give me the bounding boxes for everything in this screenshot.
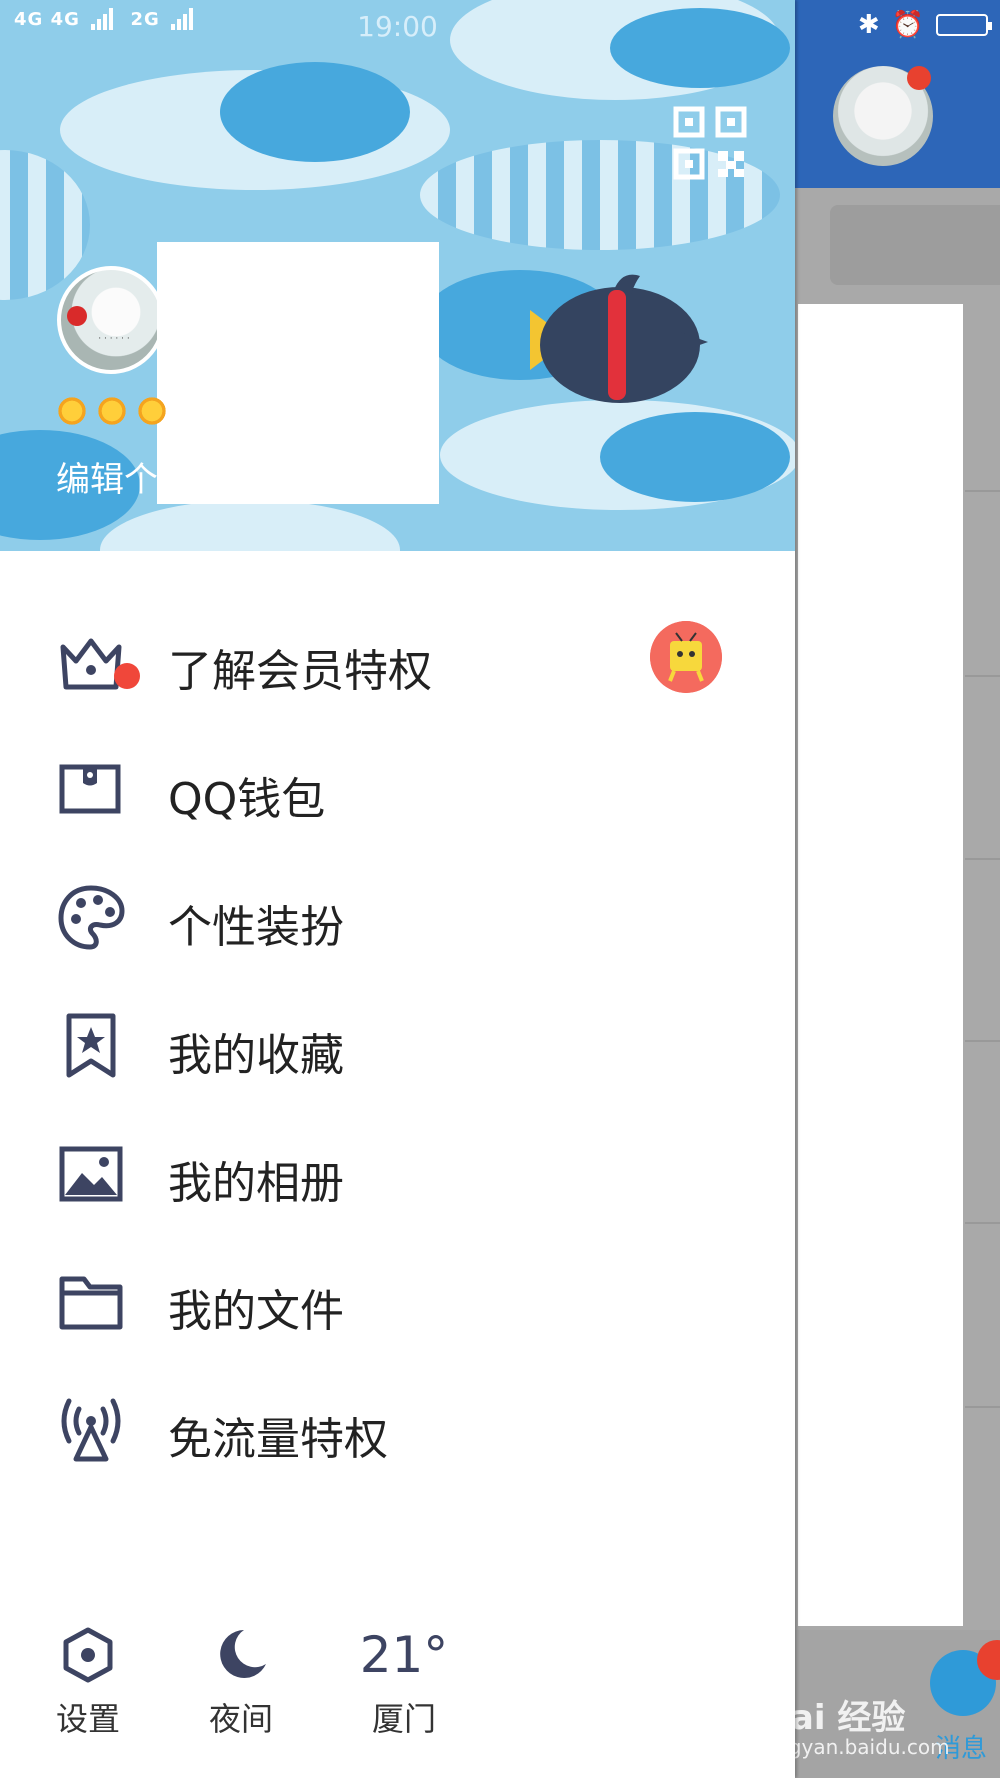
night-mode-button[interactable]: 夜间	[181, 1620, 301, 1740]
menu-item-label: QQ钱包	[168, 774, 326, 825]
menu-item-label: 我的文件	[168, 1286, 344, 1337]
weather-button[interactable]: 21° 厦门	[344, 1620, 464, 1740]
vip-mascot-icon[interactable]	[650, 621, 722, 693]
sun-icon	[136, 395, 168, 427]
side-drawer: 4G 4G 2G 19:00 · · · · · · 编辑个 了解会员特权 QQ…	[0, 0, 795, 1778]
wallet-icon	[59, 764, 121, 814]
palette-icon	[58, 885, 125, 950]
menu-item-vip-privileges[interactable]: 了解会员特权	[0, 607, 795, 717]
settings-label: 设置	[55, 1700, 120, 1738]
menu-item-personalize[interactable]: 个性装扮	[0, 863, 795, 973]
profile-header: 4G 4G 2G 19:00 · · · · · · 编辑个	[0, 0, 795, 551]
bookmark-star-icon	[66, 1013, 116, 1078]
status-bar: 4G 4G 2G 19:00	[0, 0, 795, 50]
background-search-bar	[830, 205, 1000, 285]
divider	[965, 858, 1000, 860]
divider	[965, 675, 1000, 677]
system-status-icons: ✱ ⏰	[857, 10, 992, 40]
background-pattern	[220, 62, 410, 162]
background-pattern	[600, 412, 790, 502]
rose-decoration	[67, 306, 87, 326]
folder-icon	[59, 1276, 123, 1330]
profile-avatar[interactable]: · · · · · ·	[57, 266, 165, 374]
sun-icon	[96, 395, 128, 427]
moon-icon	[220, 1630, 266, 1678]
menu-item-favorites[interactable]: 我的收藏	[0, 991, 795, 1101]
weather-temperature: 21°	[359, 1626, 449, 1684]
divider	[965, 490, 1000, 492]
clock: 19:00	[357, 10, 438, 43]
alarm-icon: ⏰	[891, 10, 924, 40]
qr-code-icon[interactable]	[673, 106, 747, 180]
battery-icon	[936, 14, 992, 36]
weather-city: 厦门	[371, 1700, 436, 1738]
menu-item-my-files[interactable]: 我的文件	[0, 1247, 795, 1357]
notification-dot	[114, 663, 140, 689]
menu-item-label: 了解会员特权	[168, 646, 432, 697]
menu-item-label: 免流量特权	[168, 1414, 388, 1465]
menu-item-photo-album[interactable]: 我的相册	[0, 1119, 795, 1229]
redacted-nickname-area	[157, 242, 439, 504]
edit-profile-link[interactable]: 编辑个	[56, 452, 158, 501]
menu-item-qq-wallet[interactable]: QQ钱包	[0, 735, 795, 845]
level-badges[interactable]	[56, 395, 168, 427]
photo-album-icon	[59, 1146, 123, 1202]
antenna-icon	[61, 1398, 121, 1462]
background-content-panel	[798, 304, 963, 1626]
divider	[965, 1040, 1000, 1042]
crown-icon	[60, 638, 122, 690]
watermark-url: jingyan.baidu.com	[795, 1735, 950, 1759]
background-app[interactable]: ✱ ⏰ 消息 Bai 经验 jingyan.baidu.com	[795, 0, 1000, 1778]
background-pattern	[100, 500, 400, 551]
notification-dot	[907, 66, 931, 90]
watermark: Bai 经验	[795, 1698, 906, 1738]
divider	[965, 1406, 1000, 1408]
sun-icon	[56, 395, 88, 427]
avatar-caption: · · · · · ·	[98, 334, 130, 344]
night-mode-label: 夜间	[208, 1700, 273, 1738]
menu-item-label: 个性装扮	[168, 902, 344, 953]
settings-button[interactable]: 设置	[28, 1620, 148, 1740]
background-app-header: ✱ ⏰	[795, 0, 1000, 188]
menu-item-free-data[interactable]: 免流量特权	[0, 1375, 795, 1485]
menu-item-label: 我的收藏	[168, 1030, 344, 1081]
menu-item-label: 我的相册	[168, 1158, 344, 1209]
settings-hexagon-icon	[63, 1627, 113, 1683]
divider	[965, 1222, 1000, 1224]
penguin-mascot-icon	[530, 274, 708, 403]
bluetooth-icon: ✱	[857, 10, 880, 40]
